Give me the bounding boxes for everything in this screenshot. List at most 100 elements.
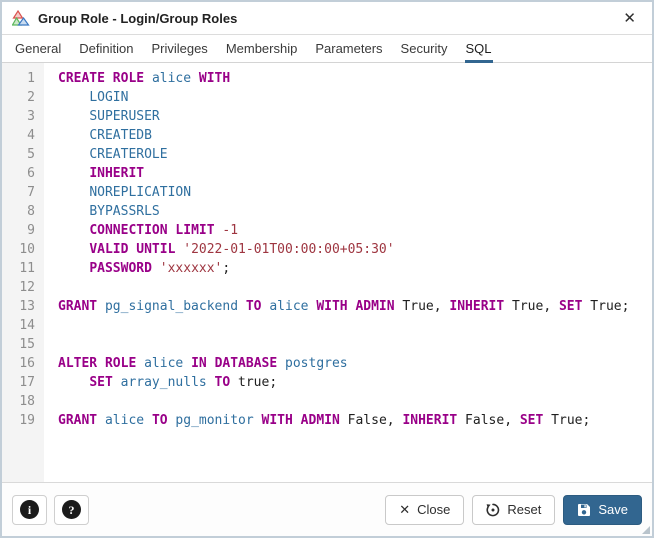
line-number: 17	[19, 375, 35, 390]
code-line: LOGIN	[58, 88, 652, 107]
sql-token: INHERIT	[449, 299, 505, 314]
sql-token: GRANT	[58, 413, 98, 428]
save-button[interactable]: Save	[563, 494, 642, 525]
code-line: GRANT pg_signal_backend TO alice WITH AD…	[58, 297, 652, 316]
line-number: 6	[27, 166, 35, 181]
code-line: PASSWORD 'xxxxxx';	[58, 259, 652, 278]
code-line: INHERIT	[58, 164, 652, 183]
sql-token: True;	[582, 299, 630, 314]
line-number: 15	[19, 337, 35, 352]
line-number: 2	[27, 90, 35, 105]
sql-token: VALID	[89, 242, 129, 257]
code-line: CREATEROLE	[58, 145, 652, 164]
sql-token: array_nulls	[120, 375, 207, 390]
line-number: 10	[19, 242, 35, 257]
close-button[interactable]: ✕ Close	[385, 494, 465, 525]
sql-token: True,	[504, 299, 559, 314]
info-icon: i	[20, 500, 39, 519]
sql-token: alice	[144, 356, 184, 371]
sql-token: CREATEDB	[89, 128, 152, 143]
dialog-help-button[interactable]: ?	[54, 494, 89, 525]
footer-action-group: ✕ Close Reset Save	[385, 494, 642, 525]
footer-bar: i ? ✕ Close Reset Save	[2, 482, 652, 536]
sql-token: pg_signal_backend	[104, 299, 239, 314]
sql-token: False,	[457, 413, 520, 428]
tab-parameters[interactable]: Parameters	[306, 35, 391, 62]
sql-token: SET	[89, 375, 113, 390]
sql-editor[interactable]: 1 2 3 4 5 6 7 8 9 10 11 12 13 14 15 16 17 18 19 CREATE ROL…	[2, 63, 652, 482]
question-icon: ?	[62, 500, 81, 519]
line-number: 8	[27, 204, 35, 219]
tab-definition[interactable]: Definition	[70, 35, 142, 62]
sql-help-button[interactable]: i	[12, 494, 47, 525]
line-number-gutter: 1 2 3 4 5 6 7 8 9 10 11 12 13 14 15 16 17 18 19	[2, 63, 44, 482]
code-line: CREATE ROLE alice WITH	[58, 69, 652, 88]
line-number: 3	[27, 109, 35, 124]
tab-general[interactable]: General	[6, 35, 70, 62]
line-number: 18	[19, 394, 35, 409]
sql-token: DATABASE	[214, 356, 278, 371]
tab-sql[interactable]: SQL	[457, 35, 501, 63]
sql-token: ROLE	[104, 356, 137, 371]
resize-grip[interactable]	[642, 526, 650, 534]
sql-token: alice	[151, 71, 192, 86]
tab-privileges[interactable]: Privileges	[142, 35, 216, 62]
tab-security[interactable]: Security	[392, 35, 457, 62]
close-x-icon: ✕	[399, 502, 411, 517]
line-number: 14	[19, 318, 35, 333]
line-number: 13	[19, 299, 35, 314]
sql-token: INHERIT	[89, 166, 145, 181]
sql-token: ROLE	[112, 71, 145, 86]
sql-token: CREATE	[58, 71, 105, 86]
code-line: ALTER ROLE alice IN DATABASE postgres	[58, 354, 652, 373]
sql-token: alice	[104, 413, 145, 428]
close-icon[interactable]: ✕	[619, 9, 640, 28]
sql-token: PASSWORD	[89, 261, 152, 276]
sql-token: SET	[558, 299, 583, 314]
save-icon	[578, 503, 591, 516]
sql-code: CREATE ROLE alice WITH LOGIN SUPERUSER C…	[44, 63, 652, 482]
sql-token: WITH	[316, 299, 348, 314]
sql-token: TO	[245, 299, 262, 314]
sql-token: WITH	[261, 413, 293, 428]
tab-bar: General Definition Privileges Membership…	[2, 35, 652, 63]
line-number: 11	[19, 261, 35, 276]
code-line: CREATEDB	[58, 126, 652, 145]
line-number: 5	[27, 147, 35, 162]
sql-token: true;	[230, 375, 278, 390]
sql-token: ADMIN	[300, 413, 340, 428]
code-line: NOREPLICATION	[58, 183, 652, 202]
sql-token: CREATEROLE	[89, 147, 168, 162]
sql-token: LIMIT	[175, 223, 215, 238]
reset-button-label: Reset	[507, 502, 542, 517]
reset-button[interactable]: Reset	[472, 494, 556, 525]
sql-token: True;	[543, 413, 591, 428]
footer-help-group: i ?	[12, 494, 89, 525]
reset-icon	[486, 503, 500, 516]
sql-token: True,	[394, 299, 450, 314]
group-role-dialog: Group Role - Login/Group Roles ✕ General…	[0, 0, 654, 538]
tab-membership[interactable]: Membership	[217, 35, 307, 62]
close-button-label: Close	[417, 502, 451, 517]
line-number: 9	[27, 223, 35, 238]
